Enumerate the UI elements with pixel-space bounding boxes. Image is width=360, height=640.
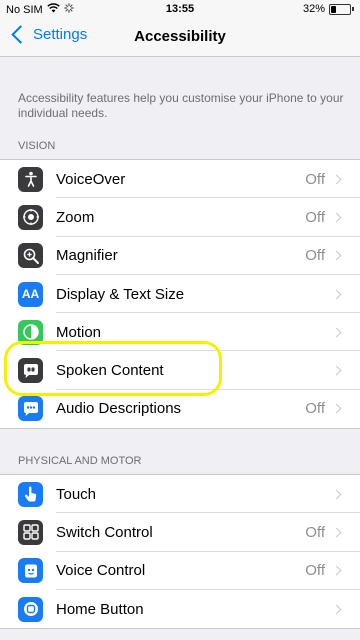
chevron-right-icon	[331, 174, 342, 185]
row-label: Switch Control	[56, 523, 153, 541]
physical-motor-group: Touch Switch Control Off Voice Control O…	[0, 474, 360, 630]
row-value: Off	[305, 523, 325, 541]
chevron-right-icon	[331, 527, 342, 538]
row-value: Off	[305, 247, 325, 265]
chevron-right-icon	[331, 565, 342, 576]
home-button-icon	[18, 596, 43, 622]
row-label: Magnifier	[56, 247, 118, 265]
row-voice-control[interactable]: Voice Control Off	[0, 552, 360, 591]
voiceover-icon	[18, 166, 43, 192]
status-bar: No SIM 13:55 32%	[0, 0, 360, 20]
magnifier-icon	[18, 243, 43, 269]
chevron-right-icon	[331, 365, 342, 376]
section-header-physical-motor: PHYSICAL AND MOTOR	[18, 455, 142, 467]
row-label: VoiceOver	[56, 170, 126, 188]
page-description: Accessibility features help you customis…	[18, 91, 344, 120]
switch-control-icon	[18, 519, 43, 545]
row-label: Motion	[56, 323, 102, 341]
audio-descriptions-icon	[18, 396, 43, 422]
chevron-right-icon	[331, 403, 342, 414]
voice-control-icon	[18, 558, 43, 584]
zoom-icon	[18, 204, 43, 230]
chevron-right-icon	[331, 250, 342, 261]
row-label: Home Button	[56, 600, 144, 618]
battery-icon	[329, 3, 354, 15]
page-title: Accessibility	[134, 28, 226, 45]
row-voiceover[interactable]: VoiceOver Off	[0, 160, 360, 199]
row-switch-control[interactable]: Switch Control Off	[0, 513, 360, 552]
battery-fill	[331, 5, 337, 13]
row-zoom[interactable]: Zoom Off	[0, 198, 360, 237]
touch-icon	[18, 481, 43, 507]
battery-percent: 32%	[302, 3, 325, 15]
row-home-button[interactable]: Home Button	[0, 590, 360, 628]
row-touch[interactable]: Touch	[0, 475, 360, 514]
chevron-right-icon	[331, 212, 342, 223]
text-size-icon: AA	[18, 281, 43, 307]
text-size-glyph: AA	[21, 287, 40, 302]
row-display-text-size[interactable]: AA Display & Text Size	[0, 275, 360, 314]
row-magnifier[interactable]: Magnifier Off	[0, 237, 360, 276]
row-value: Off	[305, 208, 325, 226]
highlight-annotation	[4, 341, 222, 396]
row-label: Touch	[56, 485, 97, 503]
chevron-right-icon	[331, 489, 342, 500]
row-label: Display & Text Size	[56, 285, 185, 303]
row-value: Off	[305, 400, 325, 418]
row-value: Off	[305, 170, 325, 188]
section-header-vision: VISION	[18, 140, 56, 152]
chevron-right-icon	[331, 604, 342, 614]
row-value: Off	[305, 562, 325, 580]
row-label: Zoom	[56, 208, 95, 226]
chevron-right-icon	[331, 289, 342, 299]
status-right: 32%	[303, 3, 354, 15]
navigation-bar: Settings Accessibility	[0, 20, 360, 57]
chevron-right-icon	[331, 327, 342, 338]
row-label: Audio Descriptions	[56, 400, 182, 418]
row-label: Voice Control	[56, 562, 146, 580]
